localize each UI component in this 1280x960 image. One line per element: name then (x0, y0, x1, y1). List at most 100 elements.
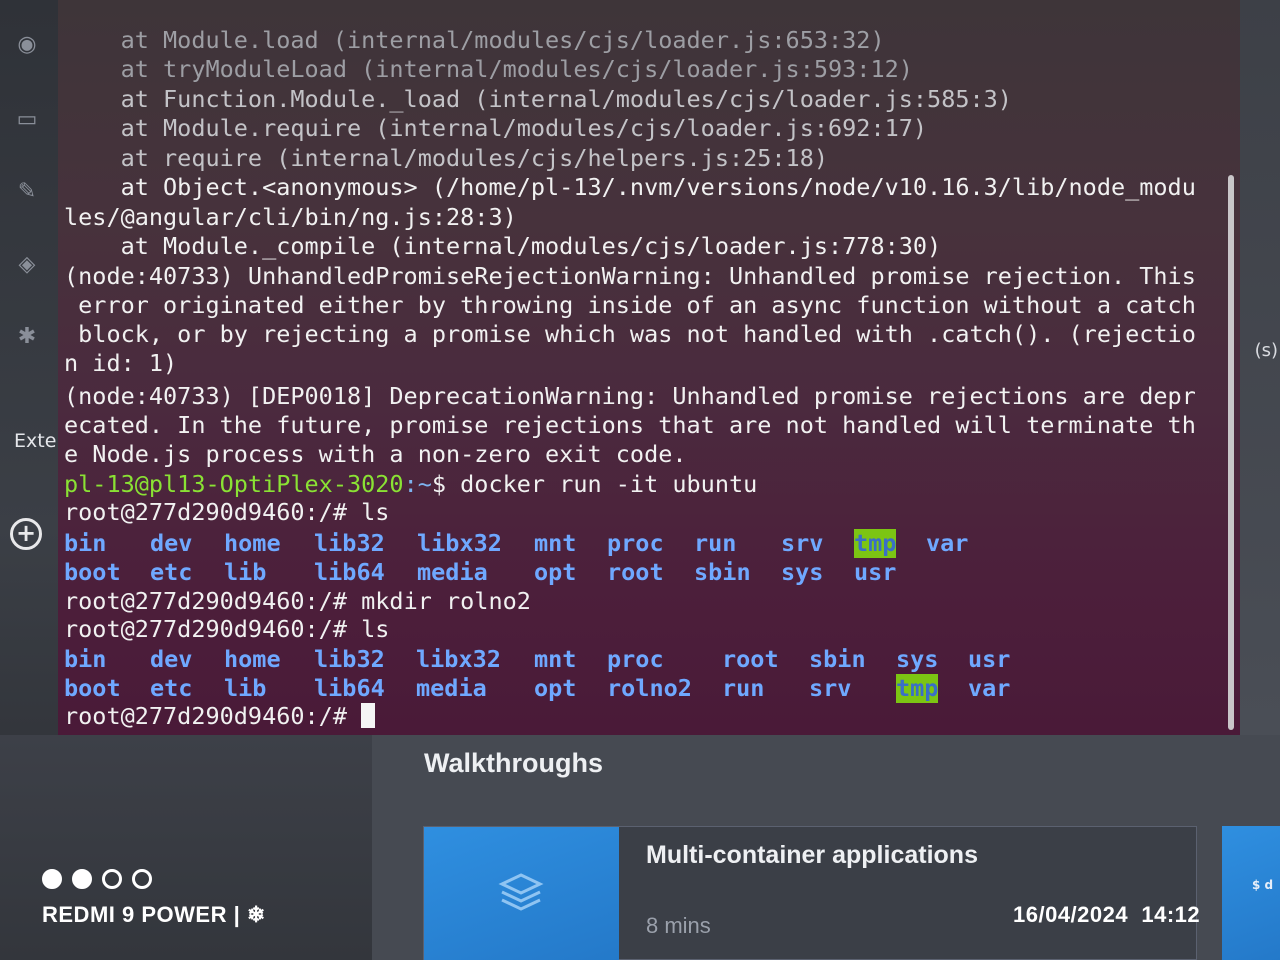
directory-entry: tmp (854, 529, 897, 558)
camera-watermark-dots (42, 869, 162, 893)
directory-entry: tmp (896, 674, 939, 703)
terminal-line: at Module.load (internal/modules/cjs/loa… (64, 26, 885, 54)
watermark-dot (132, 869, 152, 889)
prompt-path: :~ (403, 470, 432, 498)
directory-entry: etc (150, 558, 193, 586)
walkthroughs-title: Walkthroughs (424, 748, 603, 778)
directory-entry: sys (896, 645, 939, 673)
box-icon[interactable]: ◈ (12, 250, 42, 280)
root-prompt-line[interactable]: root@277d290d9460:/# (64, 702, 376, 731)
directory-entry: lib (224, 674, 267, 702)
directory-entry: lib64 (314, 558, 385, 586)
camera-timestamp: 16/04/2024 14:12 (1013, 902, 1200, 928)
terminal-scrollbar[interactable] (1228, 175, 1234, 730)
root-prompt: root@277d290d9460:/# (64, 587, 362, 615)
directory-entry: bin (64, 529, 107, 557)
terminal-line: error originated either by throwing insi… (64, 291, 1196, 319)
walkthrough-card-duration: 8 mins (646, 913, 711, 938)
directory-entry: srv (809, 674, 852, 702)
prompt-user-host: pl-13@pl13-OptiPlex-3020 (64, 470, 404, 498)
prompt-symbol: $ (431, 470, 461, 498)
terminal-line: at tryModuleLoad (internal/modules/cjs/l… (64, 55, 913, 83)
app-right-edge (1235, 0, 1280, 735)
prompt-command: ls (361, 498, 390, 526)
directory-entry: boot (64, 674, 121, 702)
directory-entry: root (607, 558, 664, 586)
directory-entry: opt (534, 674, 577, 702)
root-prompt-line: root@277d290d9460:/# ls (64, 498, 389, 527)
directory-entry: media (416, 674, 487, 702)
directory-entry: sbin (694, 558, 751, 586)
terminal-line: at Object.<anonymous> (/home/pl-13/.nvm/… (64, 173, 1196, 201)
camera-time: 14:12 (1141, 902, 1201, 927)
directory-entry: lib64 (314, 674, 385, 702)
directory-entry: boot (64, 558, 121, 586)
directory-entry: proc (607, 645, 664, 673)
terminal-line: at Module._compile (internal/modules/cjs… (64, 232, 942, 260)
terminal-cursor (361, 703, 376, 728)
terminal-line: e Node.js process with a non-zero exit c… (64, 440, 687, 468)
terminal-line: (node:40733) [DEP0018] DeprecationWarnin… (64, 382, 1196, 410)
directory-entry: sys (781, 558, 824, 586)
prompt-command: docker run -it ubuntu (460, 470, 758, 498)
directory-entry: libx32 (417, 529, 502, 557)
walkthrough-card-next-text: $ d (1252, 878, 1274, 892)
terminal-line: at Function.Module._load (internal/modul… (64, 85, 1012, 113)
directory-entry: media (417, 558, 488, 586)
watermark-dot (72, 869, 92, 889)
directory-entry: proc (607, 529, 664, 557)
walkthrough-card[interactable]: Multi-container applications 8 mins (423, 826, 1197, 960)
terminal-line: les/@angular/cli/bin/ng.js:28:3) (64, 203, 517, 231)
root-prompt: root@277d290d9460:/# (64, 702, 362, 730)
directory-entry: libx32 (416, 645, 501, 673)
wrench-icon[interactable]: ✎ (12, 177, 42, 207)
directory-entry: rolno2 (607, 674, 692, 702)
directory-entry: dev (150, 529, 193, 557)
add-extension-icon[interactable]: + (10, 518, 42, 550)
terminal-line: (node:40733) UnhandledPromiseRejectionWa… (64, 262, 1196, 290)
root-prompt: root@277d290d9460:/# (64, 498, 362, 526)
host-prompt-line: pl-13@pl13-OptiPlex-3020:~$ docker run -… (64, 470, 757, 499)
prompt-command: ls (361, 615, 390, 643)
directory-entry: usr (854, 558, 897, 586)
root-prompt-line: root@277d290d9460:/# ls (64, 615, 389, 644)
directory-entry: etc (150, 674, 193, 702)
walkthrough-card-title: Multi-container applications (646, 841, 978, 869)
walkthrough-card-next[interactable]: $ d (1222, 826, 1280, 960)
directory-entry: lib32 (314, 645, 385, 673)
directory-entry: sbin (809, 645, 866, 673)
directory-entry: dev (150, 645, 193, 673)
root-prompt: root@277d290d9460:/# (64, 615, 362, 643)
directory-entry: var (926, 529, 969, 557)
terminal-line: at require (internal/modules/cjs/helpers… (64, 144, 829, 172)
terminal-window[interactable]: at Module.load (internal/modules/cjs/loa… (58, 0, 1240, 735)
globe-icon[interactable]: ◉ (12, 30, 42, 60)
terminal-line: n id: 1) (64, 349, 178, 377)
extensions-label[interactable]: Exte (14, 430, 56, 452)
walkthrough-card-image (424, 827, 619, 960)
directory-entry: srv (781, 529, 824, 557)
terminal-line: at Module.require (internal/modules/cjs/… (64, 114, 928, 142)
drive-icon[interactable]: ▭ (12, 105, 42, 135)
terminal-line: block, or by rejecting a promise which w… (64, 320, 1196, 348)
camera-date: 16/04/2024 (1013, 902, 1129, 927)
watermark-dot (42, 869, 62, 889)
directory-entry: home (224, 645, 281, 673)
layers-icon (498, 873, 544, 911)
directory-entry: root (722, 645, 779, 673)
directory-entry: opt (534, 558, 577, 586)
directory-entry: home (224, 529, 281, 557)
right-edge-label: (s) (1254, 340, 1278, 361)
directory-entry: mnt (534, 529, 577, 557)
prompt-command: mkdir rolno2 (361, 587, 531, 615)
watermark-dot (102, 869, 122, 889)
directory-entry: var (968, 674, 1011, 702)
terminal-line: ecated. In the future, promise rejection… (64, 411, 1196, 439)
directory-entry: usr (968, 645, 1011, 673)
directory-entry: mnt (534, 645, 577, 673)
directory-entry: run (722, 674, 765, 702)
directory-entry: run (694, 529, 737, 557)
gear-icon[interactable]: ✱ (12, 322, 42, 352)
camera-brand: REDMI 9 POWER | ❄ (42, 902, 266, 927)
root-prompt-line: root@277d290d9460:/# mkdir rolno2 (64, 587, 531, 616)
